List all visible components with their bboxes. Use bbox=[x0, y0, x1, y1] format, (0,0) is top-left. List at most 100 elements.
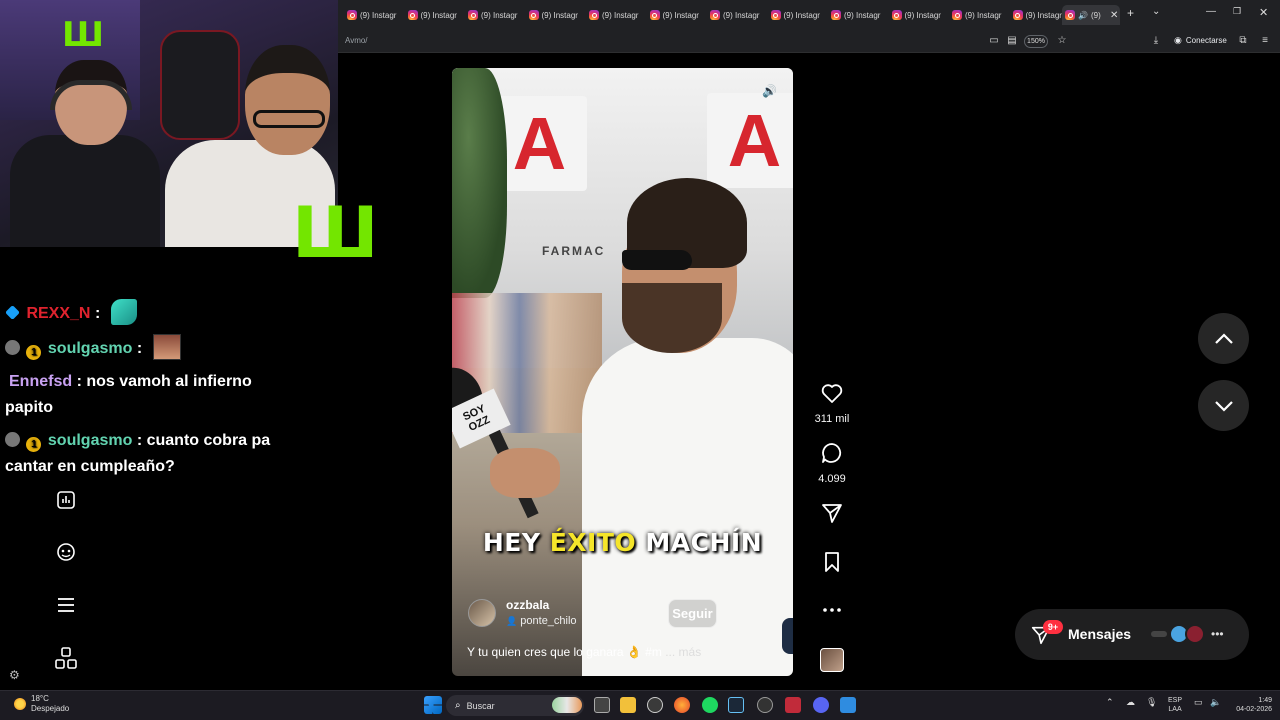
download-icon[interactable]: ⤓ bbox=[1150, 34, 1162, 46]
more-link[interactable]: ... más bbox=[665, 645, 701, 659]
bookmark-star-icon[interactable]: ☆ bbox=[1056, 34, 1068, 46]
browser-tab[interactable]: (9) Instagr bbox=[889, 5, 947, 25]
taskbar-clock[interactable]: 1:49 04-02-2026 bbox=[1228, 696, 1272, 714]
volume-icon[interactable]: 🔈 bbox=[1210, 697, 1221, 708]
reader-view-icon[interactable]: ▤ bbox=[1006, 34, 1018, 46]
insights-icon[interactable] bbox=[54, 488, 78, 512]
heart-icon[interactable] bbox=[820, 381, 844, 405]
url-field[interactable]: Avmo/ bbox=[345, 36, 368, 45]
like-action[interactable]: 311 mil bbox=[808, 381, 856, 425]
instagram-favicon-icon bbox=[952, 10, 962, 20]
browser-tab[interactable]: (9) Instagr bbox=[405, 5, 463, 25]
more-dots-icon[interactable]: ••• bbox=[1211, 627, 1224, 641]
reel-author: ozzbala 👤 ponte_chilo bbox=[468, 598, 577, 627]
author-username[interactable]: ozzbala bbox=[506, 598, 577, 612]
tab-label: (9) Instagr bbox=[723, 10, 760, 20]
browser-tab[interactable]: (9) Instagr bbox=[465, 5, 523, 25]
pip-icon[interactable]: ▭ bbox=[988, 34, 1000, 46]
app-icon[interactable] bbox=[647, 697, 663, 713]
tray-chevron-up-icon[interactable]: ⌃ bbox=[1106, 697, 1114, 708]
weather-desc: Despejado bbox=[31, 704, 70, 713]
chat-username: Ennefsd bbox=[9, 373, 73, 390]
also-from-meta-icon[interactable] bbox=[54, 646, 78, 670]
instagram-favicon-icon bbox=[770, 10, 781, 20]
webcam-overlay: Ш bbox=[0, 0, 338, 247]
more-options-action[interactable] bbox=[808, 600, 856, 625]
reel-description[interactable]: Y tu quien cres que lo ganara 👌 #m ... m… bbox=[467, 645, 701, 659]
connect-label: Conectarse bbox=[1185, 36, 1227, 45]
file-explorer-icon[interactable] bbox=[620, 697, 636, 713]
avatar bbox=[1151, 631, 1167, 637]
task-view-icon[interactable] bbox=[594, 697, 610, 713]
obs-icon[interactable] bbox=[757, 697, 773, 713]
previous-reel-button[interactable] bbox=[1198, 313, 1249, 364]
extensions-icon[interactable]: ⧉ bbox=[1237, 34, 1249, 46]
audio-thumbnail[interactable] bbox=[820, 648, 844, 672]
chat-separator: : bbox=[136, 340, 143, 357]
share-icon[interactable] bbox=[820, 501, 844, 525]
more-menu-icon[interactable] bbox=[54, 593, 78, 617]
connect-account-button[interactable]: ◉ Conectarse bbox=[1174, 35, 1227, 46]
threads-icon[interactable] bbox=[54, 540, 78, 564]
tab-list-chevron-icon[interactable]: ⌄ bbox=[1152, 6, 1160, 17]
restore-button[interactable]: ❐ bbox=[1233, 6, 1241, 17]
instagram-favicon-icon bbox=[891, 10, 902, 20]
more-options-icon[interactable] bbox=[820, 600, 844, 620]
close-tab-icon[interactable]: ✕ bbox=[1110, 10, 1118, 21]
menu-hamburger-icon[interactable]: ≡ bbox=[1259, 34, 1271, 46]
firefox-icon[interactable] bbox=[674, 697, 690, 713]
browser-tab[interactable]: (9) Instagr bbox=[647, 5, 705, 25]
tab-label: (9) Instagr bbox=[420, 10, 457, 20]
tab-label: (9) Instagr bbox=[541, 10, 578, 20]
browser-tab[interactable]: (9) Instagr bbox=[344, 5, 402, 25]
comment-icon[interactable] bbox=[820, 441, 844, 465]
language-indicator[interactable]: ESP LAA bbox=[1168, 696, 1182, 714]
feather-emote-icon bbox=[110, 299, 137, 325]
browser-tab[interactable]: (9) Instagr bbox=[707, 5, 765, 25]
screen: (9) Instagr (9) Instagr (9) Instagr (9) Ins… bbox=[0, 0, 1280, 720]
search-icon: ⌕ bbox=[455, 700, 461, 711]
bookmark-icon[interactable] bbox=[820, 550, 844, 574]
calendar-app-icon[interactable] bbox=[785, 697, 801, 713]
next-reel-button[interactable] bbox=[1198, 380, 1249, 431]
microphone-tray-icon[interactable]: 🎙 bbox=[1146, 697, 1157, 708]
chat-message: Ennefsd : nos vamoh al infierno bbox=[5, 369, 252, 395]
browser-tab[interactable]: (9) Instagr bbox=[949, 5, 1007, 25]
app-icon[interactable] bbox=[840, 697, 856, 713]
chevron-down-icon bbox=[1214, 400, 1233, 412]
search-placeholder: Buscar bbox=[466, 700, 495, 711]
comment-action[interactable]: 4.099 bbox=[808, 441, 856, 485]
watch-icon bbox=[782, 618, 793, 654]
browser-tab[interactable]: (9) Instagr bbox=[1010, 5, 1068, 25]
audio-label[interactable]: 👤 ponte_chilo bbox=[506, 615, 577, 627]
spotify-icon[interactable] bbox=[702, 697, 718, 713]
new-tab-button[interactable]: + bbox=[1127, 6, 1134, 20]
reel-video[interactable]: A A FARMAC SOY OZZ bbox=[452, 68, 793, 676]
steam-icon[interactable] bbox=[728, 697, 744, 713]
browser-tab[interactable]: (9) Instagr bbox=[828, 5, 886, 25]
settings-gear-icon[interactable]: ⚙ bbox=[9, 668, 20, 682]
tab-label: (9) Instagr bbox=[844, 10, 881, 20]
network-icon[interactable]: ▭ bbox=[1194, 697, 1203, 708]
zoom-level-badge[interactable]: 150% bbox=[1024, 35, 1048, 48]
browser-tab[interactable]: (9) Instagr bbox=[586, 5, 644, 25]
search-highlight-icon[interactable] bbox=[552, 697, 582, 713]
speaker-icon[interactable]: 🔊 bbox=[1078, 11, 1088, 20]
tab-label: (9) Instagr bbox=[360, 10, 397, 20]
browser-tab[interactable]: (9) Instagr bbox=[526, 5, 584, 25]
weather-widget[interactable]: 18°C Despejado bbox=[14, 694, 69, 714]
tray-app-icon[interactable]: ☁ bbox=[1126, 697, 1135, 708]
minimize-button[interactable]: — bbox=[1206, 6, 1216, 17]
chat-message-continuation: papito bbox=[5, 399, 53, 416]
volume-toggle-icon[interactable]: 🔊 bbox=[762, 84, 777, 98]
browser-tab[interactable]: (9) Instagr bbox=[768, 5, 826, 25]
weather-temp: 18°C bbox=[31, 694, 49, 703]
save-action[interactable] bbox=[808, 550, 856, 579]
discord-icon[interactable] bbox=[813, 697, 829, 713]
follow-button[interactable]: Seguir bbox=[668, 599, 717, 628]
share-action[interactable] bbox=[808, 501, 856, 530]
messages-avatars: ••• bbox=[1151, 624, 1224, 644]
author-avatar[interactable] bbox=[468, 598, 496, 627]
close-window-button[interactable]: ✕ bbox=[1259, 6, 1268, 19]
browser-tab-active[interactable]: 🔊 (9) ✕ bbox=[1062, 5, 1120, 25]
